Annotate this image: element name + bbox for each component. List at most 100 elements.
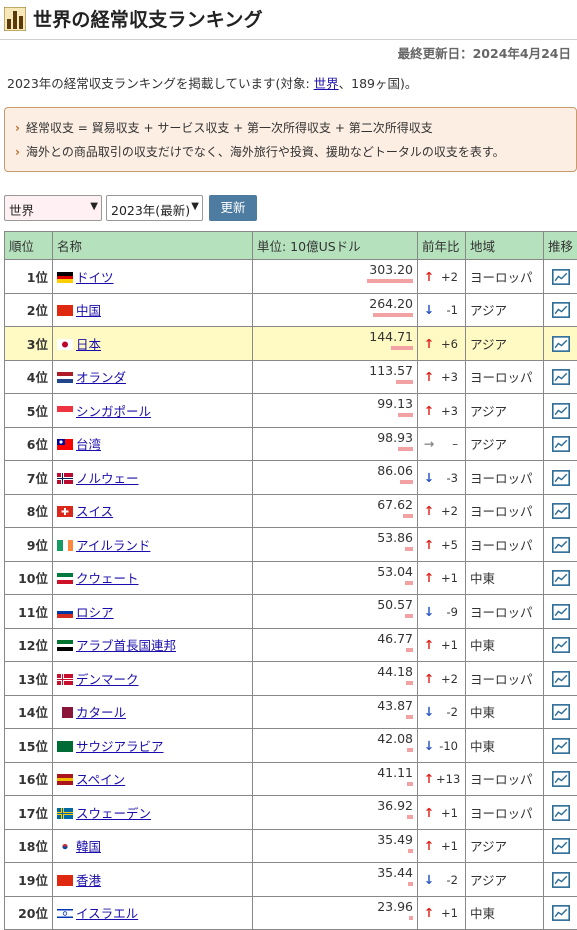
trend-cell[interactable]	[544, 628, 577, 662]
rank-cell: 17位	[5, 796, 53, 830]
trend-cell[interactable]	[544, 494, 577, 528]
country-link[interactable]: デンマーク	[76, 672, 139, 687]
country-link[interactable]: オランダ	[76, 370, 126, 385]
rank-change: +2	[436, 672, 458, 686]
trend-chart-icon[interactable]	[552, 604, 570, 620]
trend-cell[interactable]	[544, 293, 577, 327]
trend-cell[interactable]	[544, 327, 577, 361]
trend-cell[interactable]	[544, 394, 577, 428]
trend-cell[interactable]	[544, 829, 577, 863]
trend-chart-icon[interactable]	[552, 805, 570, 821]
country-link[interactable]: 日本	[76, 337, 101, 352]
value-bar	[400, 480, 413, 484]
country-link[interactable]: アイルランド	[76, 538, 150, 553]
trend-cell[interactable]	[544, 561, 577, 595]
arrow-up-icon: ↑	[422, 671, 436, 686]
trend-cell[interactable]	[544, 896, 577, 930]
table-row: 7位 ノルウェー 86.06 ↓-3 ヨーロッパ	[5, 461, 577, 495]
flag-icon	[57, 338, 73, 349]
country-link[interactable]: スイス	[76, 504, 113, 519]
change-cell: ↑+3	[418, 360, 466, 394]
country-link[interactable]: ロシア	[76, 605, 114, 620]
trend-chart-icon[interactable]	[552, 671, 570, 687]
value-cell: 264.20	[253, 293, 418, 327]
region-select[interactable]: 世界▼	[4, 195, 102, 221]
country-link[interactable]: カタール	[76, 705, 126, 720]
flag-icon	[57, 271, 73, 282]
country-link[interactable]: クウェート	[76, 571, 139, 586]
trend-cell[interactable]	[544, 427, 577, 461]
value-bar	[406, 648, 413, 652]
name-cell: デンマーク	[53, 662, 253, 696]
trend-chart-icon[interactable]	[552, 369, 570, 385]
rank-change: –	[436, 437, 458, 451]
country-link[interactable]: ノルウェー	[76, 471, 139, 486]
trend-cell[interactable]	[544, 662, 577, 696]
trend-chart-icon[interactable]	[552, 436, 570, 452]
flag-icon	[57, 907, 73, 918]
country-link[interactable]: 台湾	[76, 437, 101, 452]
arrow-up-icon: ↑	[422, 771, 436, 786]
trend-chart-icon[interactable]	[552, 269, 570, 285]
value-bar	[391, 346, 413, 350]
trend-cell[interactable]	[544, 863, 577, 897]
name-cell: 香港	[53, 863, 253, 897]
flag-icon	[57, 371, 73, 382]
rank-change: -2	[436, 705, 458, 719]
trend-chart-icon[interactable]	[552, 838, 570, 854]
value-bar	[407, 748, 413, 752]
trend-cell[interactable]	[544, 461, 577, 495]
value-text: 41.11	[377, 765, 413, 780]
trend-chart-icon[interactable]	[552, 738, 570, 754]
rank-change: +2	[436, 270, 458, 284]
country-link[interactable]: アラブ首長国連邦	[76, 638, 176, 653]
value-cell: 67.62	[253, 494, 418, 528]
trend-chart-icon[interactable]	[552, 503, 570, 519]
update-button[interactable]: 更新	[209, 195, 257, 221]
trend-cell[interactable]	[544, 260, 577, 294]
name-cell: サウジアラビア	[53, 729, 253, 763]
trend-cell[interactable]	[544, 796, 577, 830]
table-row: 15位 サウジアラビア 42.08 ↓-10 中東	[5, 729, 577, 763]
country-link[interactable]: ドイツ	[76, 270, 114, 285]
value-cell: 43.87	[253, 695, 418, 729]
trend-chart-icon[interactable]	[552, 905, 570, 921]
trend-cell[interactable]	[544, 695, 577, 729]
trend-chart-icon[interactable]	[552, 302, 570, 318]
region-cell: ヨーロッパ	[466, 461, 544, 495]
trend-chart-icon[interactable]	[552, 704, 570, 720]
trend-chart-icon[interactable]	[552, 537, 570, 553]
country-link[interactable]: シンガポール	[76, 404, 151, 419]
country-link[interactable]: サウジアラビア	[76, 739, 164, 754]
country-link[interactable]: イスラエル	[76, 906, 138, 921]
country-link[interactable]: 韓国	[76, 839, 101, 854]
table-row: 4位 オランダ 113.57 ↑+3 ヨーロッパ	[5, 360, 577, 394]
trend-chart-icon[interactable]	[552, 771, 570, 787]
country-link[interactable]: スペイン	[76, 772, 125, 787]
rank-change: +3	[436, 404, 458, 418]
trend-cell[interactable]	[544, 360, 577, 394]
country-link[interactable]: 中国	[76, 303, 101, 318]
trend-chart-icon[interactable]	[552, 637, 570, 653]
trend-cell[interactable]	[544, 729, 577, 763]
trend-cell[interactable]	[544, 528, 577, 562]
country-link[interactable]: 香港	[76, 873, 101, 888]
trend-chart-icon[interactable]	[552, 336, 570, 352]
note-line: ›経常収支 = 貿易収支 + サービス収支 + 第一次所得収支 + 第二次所得収…	[15, 119, 433, 136]
value-bar	[403, 514, 413, 518]
region-cell: アジア	[466, 327, 544, 361]
year-select[interactable]: 2023年(最新)▼	[106, 195, 203, 221]
trend-chart-icon[interactable]	[552, 470, 570, 486]
rank-change: -3	[436, 471, 458, 485]
country-link[interactable]: スウェーデン	[76, 806, 151, 821]
trend-chart-icon[interactable]	[552, 570, 570, 586]
flag-icon	[57, 304, 73, 315]
trend-chart-icon[interactable]	[552, 872, 570, 888]
bullet-icon: ›	[15, 121, 20, 135]
world-link[interactable]: 世界	[314, 76, 339, 91]
trend-chart-icon[interactable]	[552, 403, 570, 419]
trend-cell[interactable]	[544, 595, 577, 629]
rank-cell: 13位	[5, 662, 53, 696]
trend-cell[interactable]	[544, 762, 577, 796]
rank-cell: 4位	[5, 360, 53, 394]
